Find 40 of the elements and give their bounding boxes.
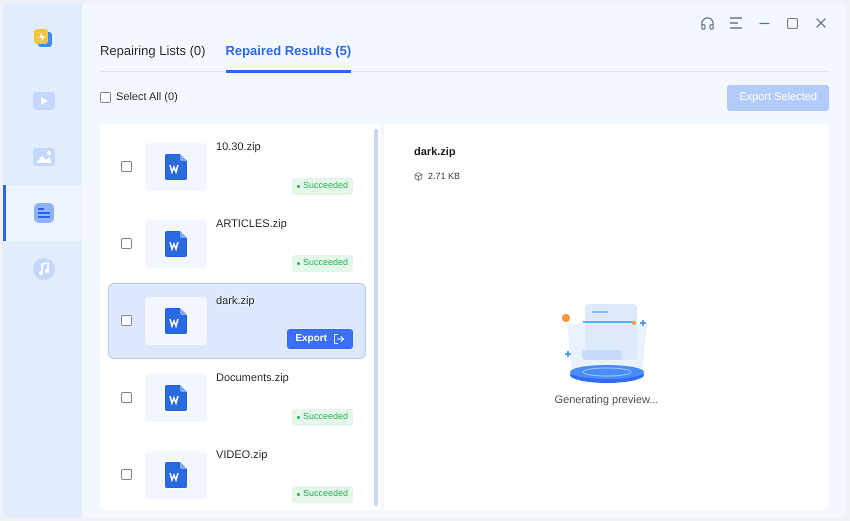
support-icon[interactable] <box>700 16 715 30</box>
sidebar-item[interactable] <box>3 185 82 241</box>
maximize-icon[interactable] <box>786 16 799 30</box>
video-icon <box>33 92 55 110</box>
tab[interactable]: Repaired Results (5) <box>226 39 352 72</box>
app-logo-icon <box>34 29 52 47</box>
file-name: 10.30.zip <box>216 140 262 154</box>
scrollbar[interactable] <box>374 128 378 506</box>
status-badge: Succeeded <box>292 486 353 502</box>
file-name: dark.zip <box>216 294 256 308</box>
file-name: ARTICLES.zip <box>216 216 288 232</box>
checkbox[interactable] <box>121 161 132 172</box>
word-file-icon <box>165 384 187 410</box>
status-badge: Succeeded <box>292 178 353 194</box>
file-name: VIDEO.zip <box>216 448 268 462</box>
file-size: 2.71 KB <box>428 170 460 183</box>
status-badge: Succeeded <box>292 408 353 426</box>
export-icon <box>333 332 345 344</box>
select-all-label: Select All (0) <box>116 90 178 106</box>
word-file-icon <box>165 230 187 256</box>
file-item[interactable]: dark.zip Export <box>108 282 366 358</box>
file-name: Documents.zip <box>216 370 290 386</box>
document-icon <box>34 203 54 223</box>
checkbox[interactable] <box>121 469 132 480</box>
tab[interactable]: Repairing Lists (0) <box>100 39 206 72</box>
export-button[interactable]: Export <box>287 328 353 348</box>
music-icon <box>33 258 55 280</box>
word-file-icon <box>165 154 187 180</box>
size-icon <box>414 172 423 182</box>
checkbox[interactable] <box>100 92 111 103</box>
generating-preview-text: Generating preview... <box>554 392 658 408</box>
word-file-icon <box>165 308 187 334</box>
word-file-icon <box>165 462 187 488</box>
checkbox[interactable] <box>121 315 132 326</box>
status-badge: Succeeded <box>292 254 353 272</box>
checkbox[interactable] <box>121 392 132 403</box>
checkbox[interactable] <box>121 238 132 249</box>
menu-icon[interactable] <box>729 17 743 29</box>
preview-file-name: dark.zip <box>414 144 457 160</box>
image-icon <box>33 148 55 166</box>
